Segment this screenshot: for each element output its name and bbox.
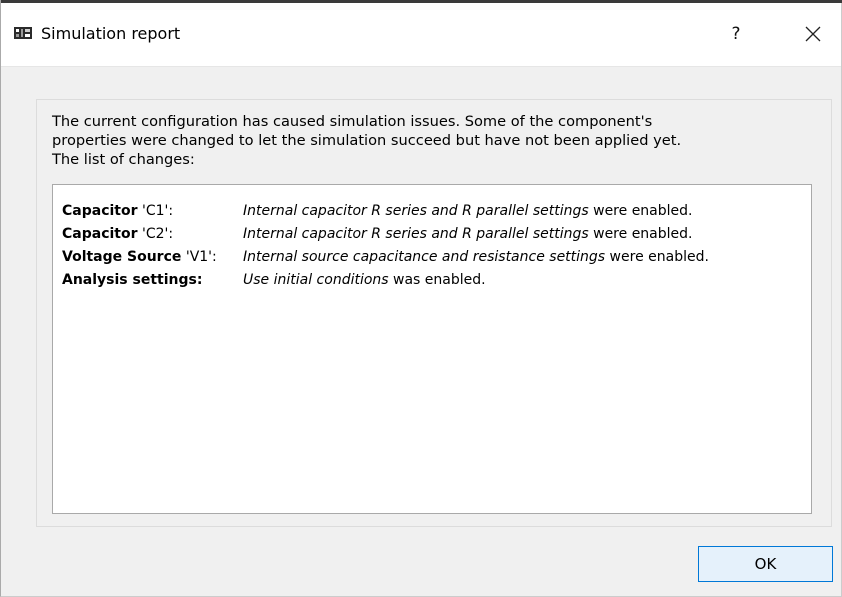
help-button[interactable]: ? (715, 16, 757, 52)
change-detail: Internal capacitor R series and R parall… (243, 203, 693, 219)
window-top-edge (1, 0, 842, 3)
change-subject: Analysis settings: (62, 272, 202, 288)
setting-name: Internal source capacitance and resistan… (243, 249, 606, 265)
change-result: were enabled. (605, 249, 709, 265)
report-message: The current configuration has caused sim… (52, 113, 682, 168)
setting-name: Internal capacitor R series and R parall… (243, 203, 589, 219)
change-result: were enabled. (588, 203, 693, 219)
change-subject: Voltage Source 'V1': (62, 249, 217, 265)
component-type: Voltage Source (62, 249, 182, 265)
change-result: was enabled. (388, 272, 486, 288)
change-result: were enabled. (588, 226, 693, 242)
change-detail: Internal source capacitance and resistan… (243, 249, 709, 265)
change-detail: Use initial conditions was enabled. (243, 272, 486, 288)
changes-list[interactable]: Capacitor 'C1': Internal capacitor R ser… (52, 184, 812, 514)
close-icon (805, 26, 821, 42)
ok-button[interactable]: OK (698, 546, 833, 582)
title-bar[interactable]: Simulation report ? (1, 0, 842, 67)
component-type: Analysis settings: (62, 272, 203, 288)
component-id: 'C1': (137, 203, 174, 219)
component-type: Capacitor (62, 203, 138, 219)
change-subject: Capacitor 'C2': (62, 226, 173, 242)
setting-name: Use initial conditions (243, 272, 389, 288)
window-title: Simulation report (41, 24, 181, 43)
component-id: 'V1': (181, 249, 217, 265)
simulation-report-dialog: Simulation report ? The current configur… (0, 0, 842, 597)
component-id: 'C2': (137, 226, 174, 242)
component-type: Capacitor (62, 226, 138, 242)
close-button[interactable] (791, 16, 835, 52)
change-subject: Capacitor 'C1': (62, 203, 173, 219)
setting-name: Internal capacitor R series and R parall… (243, 226, 589, 242)
circuit-board-icon (14, 27, 32, 39)
change-detail: Internal capacitor R series and R parall… (243, 226, 693, 242)
